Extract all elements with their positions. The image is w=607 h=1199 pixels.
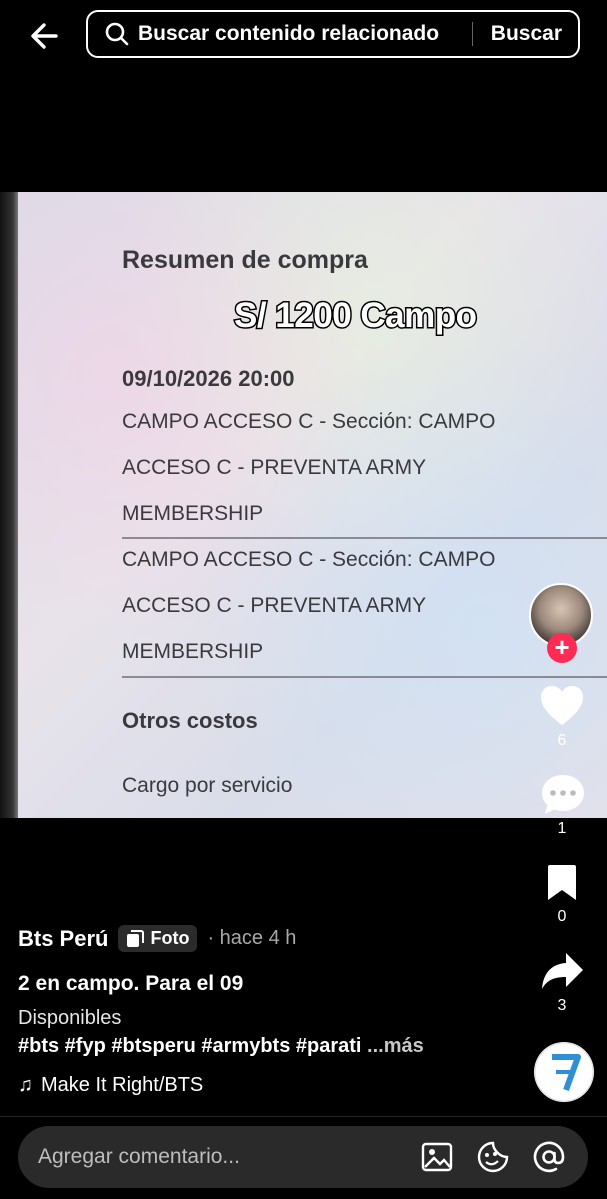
author-name[interactable]: Bts Perú — [18, 926, 108, 952]
search-button[interactable]: Buscar — [491, 22, 562, 46]
comment-bar[interactable]: Agregar comentario... — [18, 1126, 588, 1188]
post-photo[interactable]: Resumen de compra S/ 1200 Campo 09/10/20… — [0, 192, 607, 818]
share-count: 3 — [557, 997, 567, 1014]
search-bar[interactable]: Buscar contenido relacionado Buscar — [86, 10, 580, 58]
like-count: 6 — [557, 732, 567, 749]
photo-badge-label: Foto — [150, 928, 190, 948]
arrow-left-icon — [31, 23, 58, 49]
search-input[interactable]: Buscar contenido relacionado — [138, 22, 472, 46]
receipt-line: CAMPO ACCESO C - Sección: CAMPO — [122, 548, 496, 571]
heart-icon[interactable] — [539, 684, 585, 728]
comment-separator — [0, 1116, 607, 1117]
photo-edge — [0, 192, 18, 818]
receipt-service-fee: Cargo por servicio — [122, 774, 293, 797]
caption-title: 2 en campo. Para el 09 — [18, 972, 244, 995]
follow-button[interactable]: + — [547, 633, 577, 663]
receipt-line: MEMBERSHIP — [122, 640, 264, 663]
back-button[interactable] — [26, 18, 66, 54]
music-disc[interactable] — [534, 1042, 594, 1102]
comment-count: 1 — [557, 820, 567, 837]
image-icon[interactable] — [420, 1140, 454, 1174]
receipt-title: Resumen de compra — [122, 246, 368, 274]
bookmark-icon[interactable] — [545, 864, 579, 902]
receipt-other-costs: Otros costos — [122, 708, 258, 733]
author-row: Bts Perú Foto · hace 4 h — [18, 925, 296, 952]
caption-hashtags[interactable]: #bts #fyp #btsperu #armybts #parati ...m… — [18, 1035, 424, 1058]
music-title[interactable]: Make It Right/BTS — [41, 1074, 203, 1097]
receipt-date: 09/10/2026 20:00 — [122, 366, 295, 391]
emoji-icon[interactable] — [476, 1140, 510, 1174]
music-row[interactable]: ♫ Make It Right/BTS — [18, 1074, 203, 1097]
receipt-line: ACCESO C - PREVENTA ARMY — [122, 594, 427, 617]
comment-icon[interactable] — [540, 773, 586, 817]
hashtags[interactable]: #bts #fyp #btsperu #armybts #parati — [18, 1035, 361, 1057]
search-icon — [105, 22, 129, 46]
receipt-divider — [122, 537, 607, 539]
receipt-line: ACCESO C - PREVENTA ARMY — [122, 456, 427, 479]
mention-icon[interactable] — [532, 1140, 566, 1174]
photo-overlay-text: S/ 1200 Campo — [233, 295, 479, 337]
music-note-icon: ♫ — [18, 1074, 33, 1096]
photo-badge: Foto — [118, 925, 198, 952]
album-art-icon — [534, 1042, 594, 1102]
search-divider — [471, 22, 473, 46]
photo-stack-icon — [127, 929, 145, 947]
receipt-line: MEMBERSHIP — [122, 502, 264, 525]
save-count: 0 — [557, 908, 567, 925]
share-icon[interactable] — [540, 951, 584, 991]
caption-description: Disponibles — [18, 1007, 122, 1029]
post-time: · hace 4 h — [207, 927, 297, 949]
comment-input[interactable]: Agregar comentario... — [38, 1145, 420, 1169]
receipt-line: CAMPO ACCESO C - Sección: CAMPO — [122, 410, 496, 433]
receipt-divider — [122, 676, 607, 678]
more-link[interactable]: ...más — [367, 1035, 424, 1057]
